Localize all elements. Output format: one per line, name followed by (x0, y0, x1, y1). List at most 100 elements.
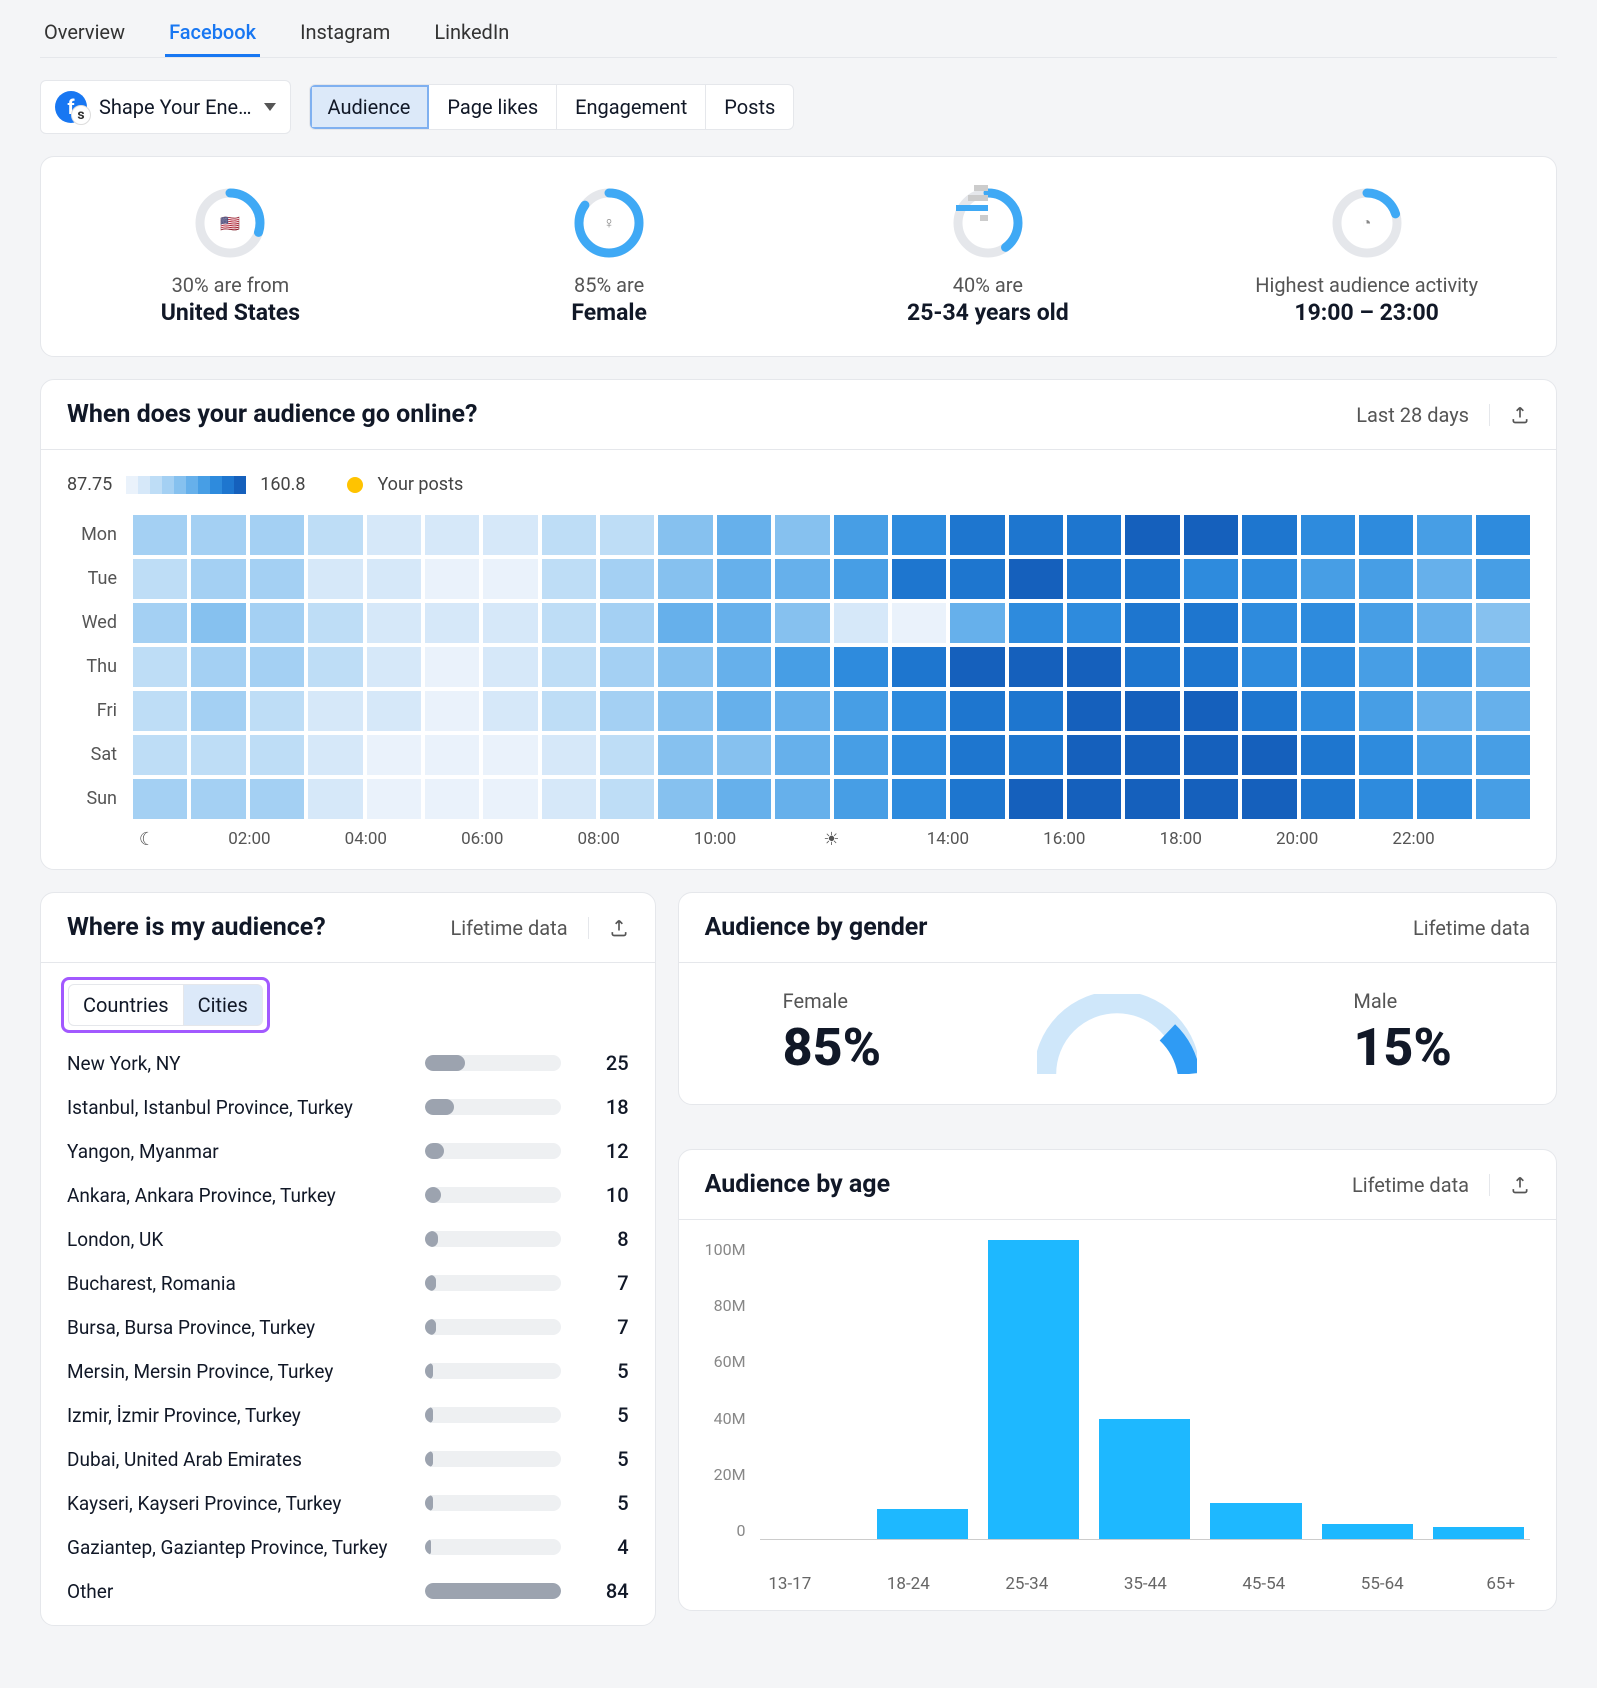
page-selector-dropdown[interactable]: f Shape Your Ene… (40, 80, 291, 134)
divider (1489, 1174, 1490, 1196)
subtab-engagement[interactable]: Engagement (557, 85, 706, 129)
heatmap-cell (1184, 603, 1238, 643)
heatmap-cell (950, 647, 1004, 687)
city-value: 5 (579, 1447, 629, 1471)
heatmap-cell (658, 735, 712, 775)
heatmap-cell (425, 691, 479, 731)
heatmap-cell (250, 515, 304, 555)
city-list: New York, NY25 Istanbul, Istanbul Provinc… (41, 1041, 655, 1613)
your-posts-dot-icon (347, 477, 363, 493)
heatmap-cell (1125, 647, 1179, 687)
location-toggle: CountriesCities (61, 977, 270, 1033)
heatmap-cell (1301, 647, 1355, 687)
tab-facebook[interactable]: Facebook (165, 10, 260, 57)
heatmap-cell (775, 559, 829, 599)
heatmap-cell (1125, 559, 1179, 599)
heatmap-cell (892, 779, 946, 819)
bar-track (425, 1187, 561, 1203)
heatmap-day-labels: MonTueWedThuFriSatSun (67, 515, 127, 819)
stat-value: United States (41, 299, 420, 326)
age-card: Audience by age Lifetime data 100M80M60M… (678, 1149, 1557, 1611)
heatmap-cell (775, 735, 829, 775)
heatmap-cell (308, 691, 362, 731)
bar-track (425, 1583, 561, 1599)
toggle-cities[interactable]: Cities (184, 984, 263, 1026)
toggle-countries[interactable]: Countries (68, 984, 184, 1026)
heatmap-cell (1359, 779, 1413, 819)
city-value: 8 (579, 1227, 629, 1251)
heatmap-cell (1242, 647, 1296, 687)
tab-overview[interactable]: Overview (40, 10, 129, 57)
heatmap-cell (1009, 779, 1063, 819)
heatmap-cell (775, 647, 829, 687)
city-value: 5 (579, 1491, 629, 1515)
heatmap-cell (1009, 515, 1063, 555)
heatmap-cell (133, 647, 187, 687)
heatmap-cell (775, 691, 829, 731)
summary-stat: ♀85% areFemale (420, 187, 799, 326)
heatmap-cell (1476, 603, 1530, 643)
city-name: Istanbul, Istanbul Province, Turkey (67, 1096, 407, 1119)
heatmap-cell (250, 647, 304, 687)
city-row: Bucharest, Romania7 (41, 1261, 655, 1305)
bar-track (425, 1099, 561, 1115)
export-icon[interactable] (1510, 1175, 1530, 1195)
heatmap-cell (834, 603, 888, 643)
heatmap-cell (658, 647, 712, 687)
heatmap-cell (367, 779, 421, 819)
heatmap-cell (542, 603, 596, 643)
heatmap-cell (717, 515, 771, 555)
tab-linkedin[interactable]: LinkedIn (430, 10, 513, 57)
city-row: Other84 (41, 1569, 655, 1613)
gender-range-label: Lifetime data (1413, 916, 1530, 940)
heatmap-cell (1009, 559, 1063, 599)
subtab-posts[interactable]: Posts (706, 85, 793, 129)
heatmap-cell (892, 691, 946, 731)
heatmap-cell (191, 603, 245, 643)
city-row: Dubai, United Arab Emirates 5 (41, 1437, 655, 1481)
export-icon[interactable] (1510, 405, 1530, 425)
stat-subtitle: 40% are (799, 273, 1178, 297)
heatmap-cell (542, 647, 596, 687)
heatmap-cell (542, 779, 596, 819)
city-name: Bursa, Bursa Province, Turkey (67, 1316, 407, 1339)
heatmap-cell (600, 647, 654, 687)
divider (1489, 404, 1490, 426)
heatmap-cell (1009, 691, 1063, 731)
heatmap-cell (1125, 779, 1179, 819)
heatmap-cell (542, 735, 596, 775)
tab-instagram[interactable]: Instagram (296, 10, 394, 57)
heatmap-cell (1184, 515, 1238, 555)
heatmap-cell (658, 779, 712, 819)
activity-title: When does your audience go online? (67, 400, 477, 429)
heatmap-cell (425, 515, 479, 555)
heatmap-cell (1242, 603, 1296, 643)
age-title: Audience by age (705, 1170, 891, 1199)
heatmap-cell (775, 779, 829, 819)
stat-value: 25-34 years old (799, 299, 1178, 326)
heatmap-cell (950, 603, 1004, 643)
bar-track (425, 1055, 561, 1071)
summary-stat: 🇺🇸30% are fromUnited States (41, 187, 420, 326)
heatmap-cell (950, 779, 1004, 819)
city-name: Dubai, United Arab Emirates (67, 1448, 407, 1471)
heatmap-cell (367, 559, 421, 599)
heatmap-cell (1476, 735, 1530, 775)
heatmap-cell (892, 515, 946, 555)
heatmap-cell (775, 603, 829, 643)
heatmap-hour-labels: 02:0004:0006:0008:0010:0014:0016:0018:00… (133, 829, 1530, 853)
heatmap-cell (1417, 779, 1471, 819)
heatmap-cell (658, 691, 712, 731)
platform-tabs: Overview Facebook Instagram LinkedIn (40, 0, 1557, 58)
subtab-page-likes[interactable]: Page likes (429, 85, 557, 129)
scale-min: 87.75 (67, 474, 112, 495)
heatmap-cell (892, 647, 946, 687)
city-row: New York, NY25 (41, 1041, 655, 1085)
location-title: Where is my audience? (67, 913, 326, 942)
export-icon[interactable] (609, 918, 629, 938)
city-name: Other (67, 1580, 407, 1603)
subtab-audience[interactable]: Audience (310, 85, 430, 129)
heatmap-cell (950, 735, 1004, 775)
heatmap-cell (1125, 603, 1179, 643)
bar-track (425, 1451, 561, 1467)
